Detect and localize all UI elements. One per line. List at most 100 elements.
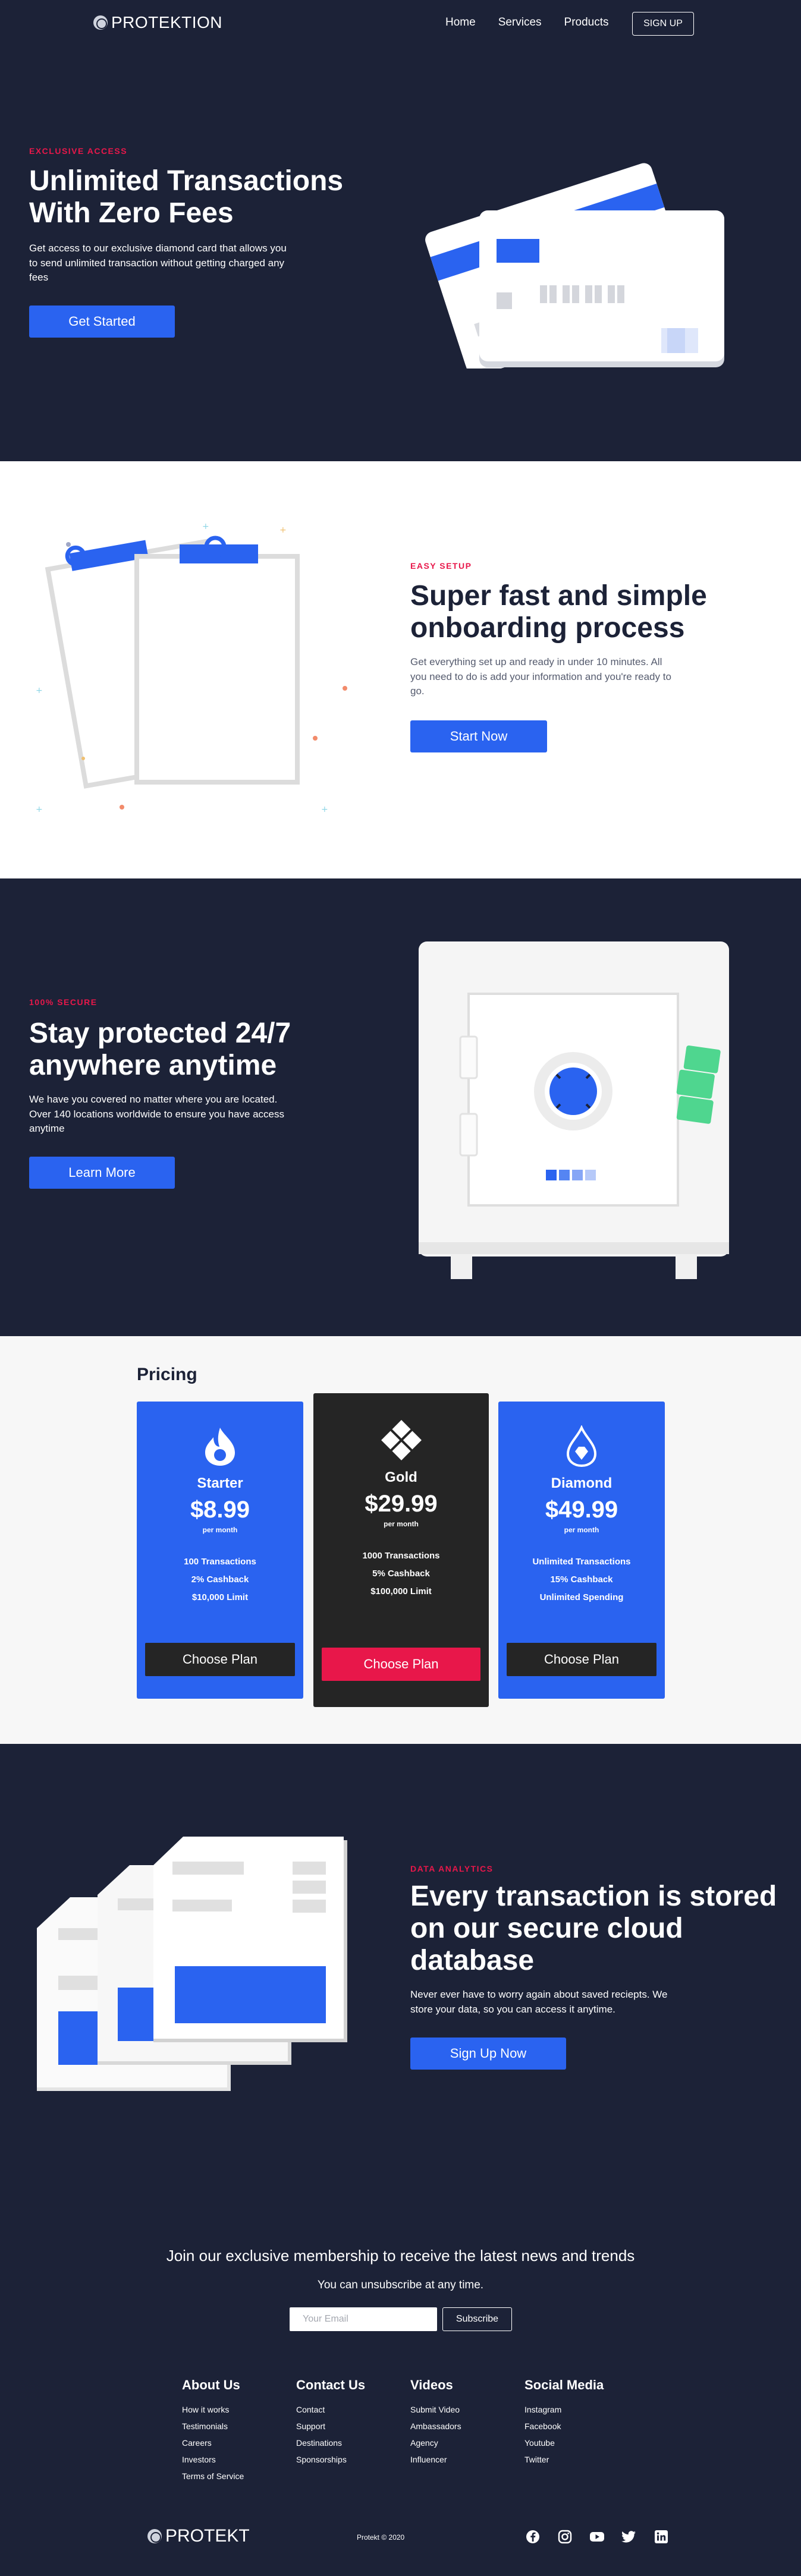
- sign-up-now-button[interactable]: Sign Up Now: [410, 2038, 566, 2070]
- security-title-line-1: Stay protected 24/7: [29, 1018, 291, 1049]
- fire-icon: [205, 1428, 235, 1466]
- footer-link[interactable]: Investors: [182, 2451, 244, 2468]
- footer-link[interactable]: Youtube: [524, 2435, 604, 2451]
- footer-link[interactable]: Testimonials: [182, 2418, 244, 2435]
- subscribe-button[interactable]: Subscribe: [442, 2307, 512, 2331]
- plan-feature: Unlimited Spending: [539, 1592, 624, 1602]
- diamond-grid-icon: [381, 1420, 422, 1460]
- choose-plan-button-gold[interactable]: Choose Plan: [322, 1648, 480, 1681]
- twitter-icon[interactable]: [621, 2528, 637, 2545]
- plan-name: Diamond: [551, 1475, 612, 1491]
- plan-period: per month: [564, 1526, 599, 1534]
- clipboard-illustration: + + + + +: [36, 522, 347, 814]
- security-section: 100% SECURE Stay protected 24/7 anywhere…: [0, 878, 801, 1336]
- brand-name: PROTEKTION: [111, 13, 223, 32]
- footer-link[interactable]: Support: [296, 2418, 365, 2435]
- hero-title-line-2: With Zero Fees: [29, 197, 234, 229]
- plan-feature: Unlimited Transactions: [532, 1557, 631, 1567]
- footer-link[interactable]: Instagram: [524, 2401, 604, 2418]
- security-title: Stay protected 24/7 anywhere anytime: [29, 1018, 291, 1082]
- get-started-button[interactable]: Get Started: [29, 306, 175, 338]
- footer-link[interactable]: Ambassadors: [410, 2418, 461, 2435]
- footer-column-about: About Us How it works Testimonials Caree…: [182, 2377, 244, 2484]
- credit-cards-illustration: [425, 163, 724, 369]
- svg-text:+: +: [279, 525, 287, 535]
- nav-links: Home Services Products: [445, 16, 609, 29]
- logo-icon: [93, 15, 108, 30]
- documents-illustration: [37, 1837, 347, 2091]
- plan-price: $8.99: [190, 1497, 250, 1523]
- security-title-line-2: anywhere anytime: [29, 1049, 277, 1081]
- start-now-button[interactable]: Start Now: [410, 720, 547, 752]
- plan-feature: 2% Cashback: [191, 1574, 249, 1585]
- plan-feature: $10,000 Limit: [191, 1592, 249, 1602]
- footer-link[interactable]: Careers: [182, 2435, 244, 2451]
- footer-link[interactable]: Twitter: [524, 2451, 604, 2468]
- plan-period: per month: [202, 1526, 238, 1534]
- plan-feature: 5% Cashback: [372, 1569, 430, 1579]
- plan-features: Unlimited Transactions 15% Cashback Unli…: [532, 1553, 630, 1607]
- nav-link-home[interactable]: Home: [445, 16, 476, 29]
- footer-brand-logo[interactable]: PROTEKT: [147, 2526, 250, 2546]
- footer-link[interactable]: Destinations: [296, 2435, 365, 2451]
- plan-features: 1000 Transactions 5% Cashback $100,000 L…: [362, 1547, 439, 1601]
- newsletter-subtitle: You can unsubscribe at any time.: [317, 2279, 484, 2291]
- plan-price: $29.99: [365, 1491, 438, 1517]
- analytics-title: Every transaction is stored on our secur…: [410, 1881, 777, 1976]
- footer-link[interactable]: Terms of Service: [182, 2468, 244, 2484]
- footer-column-title: Social Media: [524, 2377, 604, 2392]
- facebook-icon[interactable]: [524, 2528, 541, 2545]
- plan-card-starter: Starter $8.99 per month 100 Transactions…: [137, 1402, 303, 1699]
- brand-logo[interactable]: PROTEKTION: [93, 13, 222, 32]
- onboarding-eyebrow: EASY SETUP: [410, 561, 472, 571]
- hero-title-line-1: Unlimited Transactions: [29, 165, 344, 197]
- learn-more-button[interactable]: Learn More: [29, 1157, 175, 1189]
- hero-title: Unlimited Transactions With Zero Fees: [29, 165, 343, 229]
- footer-link[interactable]: Contact: [296, 2401, 365, 2418]
- safe-illustration: [419, 941, 729, 1279]
- analytics-section: DATA ANALYTICS Every transaction is stor…: [0, 1744, 801, 2160]
- footer-link[interactable]: Facebook: [524, 2418, 604, 2435]
- footer-link[interactable]: Influencer: [410, 2451, 461, 2468]
- logo-icon: [147, 2529, 162, 2543]
- footer-brand-name: PROTEKT: [165, 2526, 250, 2546]
- analytics-eyebrow: DATA ANALYTICS: [410, 1864, 494, 1873]
- svg-text:+: +: [321, 805, 328, 814]
- onboarding-section: + + + + + EASY SETUP Super fast and simp…: [0, 461, 801, 878]
- linkedin-icon[interactable]: [653, 2528, 670, 2545]
- choose-plan-button-starter[interactable]: Choose Plan: [145, 1643, 295, 1676]
- footer-column-title: Videos: [410, 2377, 453, 2392]
- footer-link[interactable]: Submit Video: [410, 2401, 461, 2418]
- plan-feature: $100,000 Limit: [370, 1586, 432, 1596]
- analytics-title-line-3: database: [410, 1944, 535, 1976]
- plan-feature: 15% Cashback: [550, 1574, 613, 1585]
- hero-eyebrow: EXCLUSIVE ACCESS: [29, 146, 128, 156]
- newsletter-title: Join our exclusive membership to receive…: [166, 2247, 635, 2265]
- footer-link[interactable]: How it works: [182, 2401, 244, 2418]
- gem-drop-icon: [566, 1425, 597, 1467]
- footer-link[interactable]: Agency: [410, 2435, 461, 2451]
- email-input[interactable]: [290, 2307, 437, 2331]
- security-eyebrow: 100% SECURE: [29, 997, 98, 1007]
- plan-features: 100 Transactions 2% Cashback $10,000 Lim…: [184, 1553, 256, 1607]
- plan-card-diamond: Diamond $49.99 per month Unlimited Trans…: [498, 1402, 665, 1699]
- nav-link-services[interactable]: Services: [498, 16, 542, 29]
- onboarding-title: Super fast and simple onboarding process: [410, 580, 707, 644]
- security-text: We have you covered no matter where you …: [29, 1094, 285, 1135]
- nav-link-products[interactable]: Products: [564, 16, 609, 29]
- signup-button[interactable]: SIGN UP: [632, 12, 694, 36]
- plan-price: $49.99: [545, 1497, 618, 1523]
- footer-column-title: Contact Us: [296, 2377, 366, 2392]
- footer-link[interactable]: Sponsorships: [296, 2451, 365, 2468]
- youtube-icon[interactable]: [589, 2528, 605, 2545]
- analytics-title-line-1: Every transaction is stored: [410, 1881, 777, 1912]
- plan-feature: 1000 Transactions: [362, 1551, 440, 1561]
- footer-column-social: Social Media Instagram Facebook Youtube …: [524, 2377, 604, 2468]
- analytics-text: Never ever have to worry again about sav…: [410, 1989, 668, 2015]
- footer-column-title: About Us: [182, 2377, 240, 2392]
- copyright-text: Protekt © 2020: [357, 2533, 405, 2542]
- plan-name: Gold: [385, 1469, 417, 1485]
- instagram-icon[interactable]: [557, 2528, 573, 2545]
- choose-plan-button-diamond[interactable]: Choose Plan: [507, 1643, 656, 1676]
- onboarding-title-line-2: onboarding process: [410, 612, 685, 644]
